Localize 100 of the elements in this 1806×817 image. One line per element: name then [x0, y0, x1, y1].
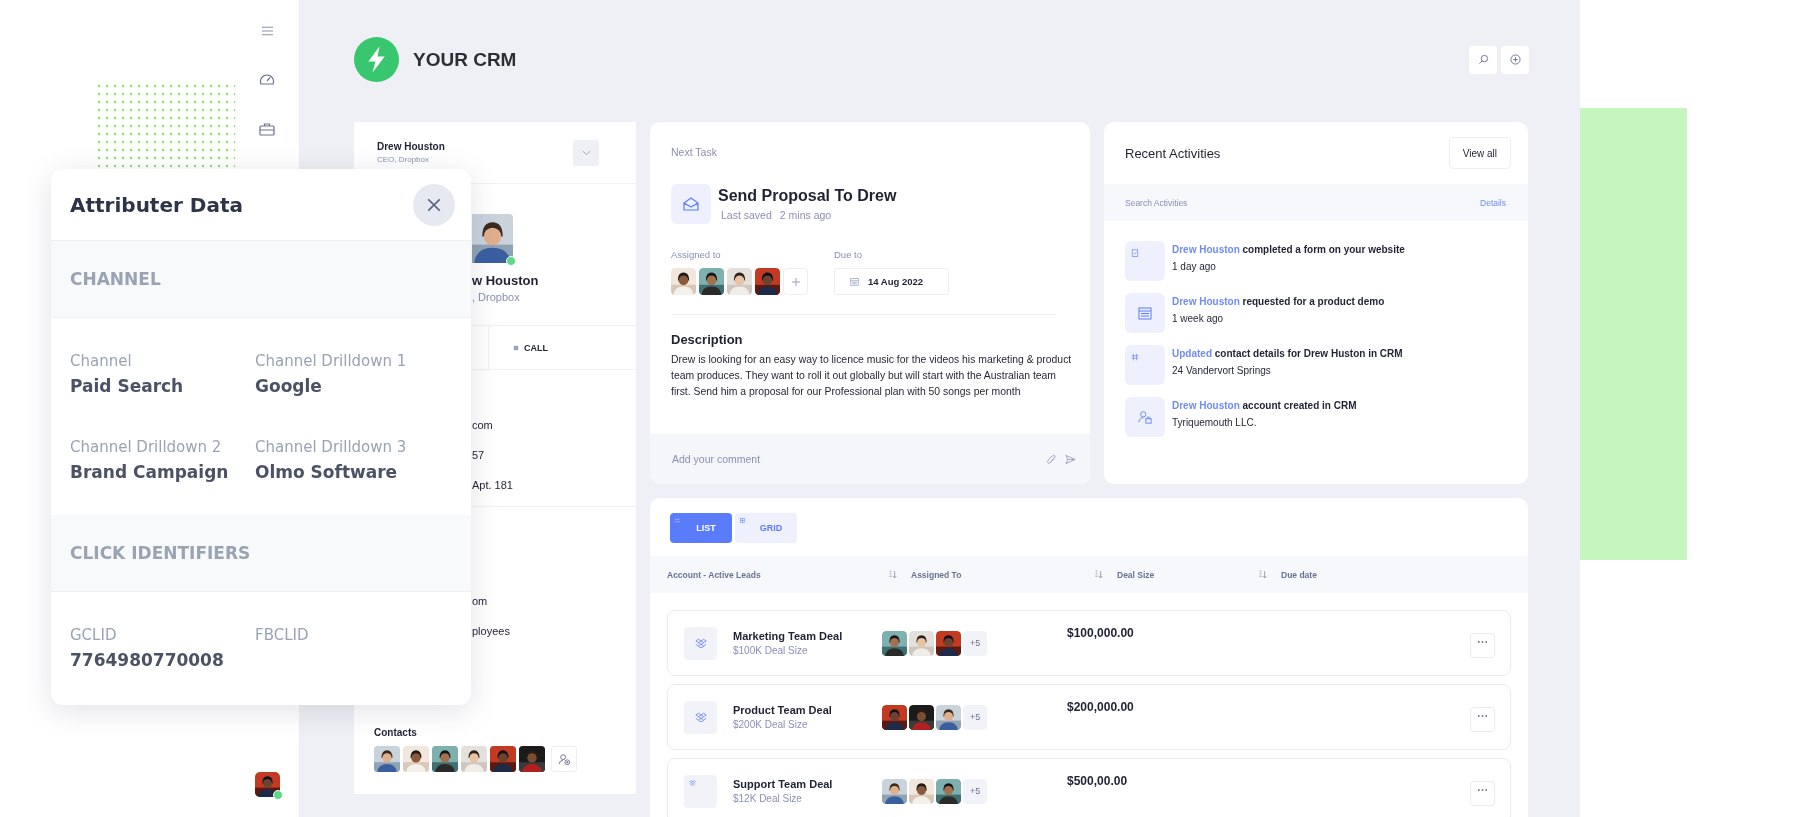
view-tab[interactable]: LIST: [670, 513, 732, 543]
deal-amount: $100,000.00: [1067, 625, 1135, 640]
activity-text: Updated contact details for Drew Huston in CRM: [1172, 347, 1403, 360]
activity-detail: 1 week ago: [1172, 312, 1225, 325]
more-count: +5: [963, 704, 988, 730]
chevron-down-icon: [581, 149, 591, 156]
search-icon: [1477, 54, 1489, 65]
field-label: Assigned to: [671, 249, 722, 260]
view-all-button[interactable]: View all: [1448, 137, 1511, 169]
close-icon: [426, 196, 442, 213]
lead-row[interactable]: Support Team Deal $12K Deal Size +5 $500,00.00: [667, 758, 1511, 817]
add-contact-button[interactable]: [551, 746, 577, 772]
list-icon: [675, 518, 680, 523]
field-label: Channel Drilldown 1: [255, 352, 408, 370]
search-field[interactable]: Search Activities: [1125, 197, 1325, 208]
column-header: Deal Size: [1117, 569, 1155, 580]
sort-icon[interactable]: [1258, 570, 1268, 579]
grid-icon: [740, 518, 745, 523]
description-title: Description: [671, 332, 744, 347]
deal-size-label: $12K Deal Size: [733, 793, 803, 804]
more-button[interactable]: [1470, 632, 1495, 658]
contact-role: CEO, Dropbox: [377, 155, 431, 164]
deal-name: Support Team Deal: [733, 778, 833, 790]
lightning-logo-icon: [354, 37, 399, 82]
activity-link[interactable]: Drew Houston: [1172, 296, 1240, 307]
deal-name: Product Team Deal: [733, 704, 832, 716]
activity-link[interactable]: Drew Houston: [1172, 400, 1240, 411]
card-title: Recent Activities: [1125, 145, 1221, 161]
sort-icon[interactable]: [1094, 570, 1104, 579]
field-value: Google: [255, 376, 323, 396]
activity-detail: 24 Vandervort Springs: [1172, 364, 1272, 377]
menu-icon[interactable]: [260, 26, 274, 36]
field-value: Olmo Software: [255, 462, 399, 482]
send-icon[interactable]: [1065, 453, 1076, 465]
box-icon: [684, 700, 717, 734]
task-title: Send Proposal To Drew: [718, 187, 897, 205]
sort-icon[interactable]: [888, 570, 898, 579]
user-lock-icon: [1138, 410, 1152, 424]
detail-text: om: [472, 594, 489, 609]
activity-text: Drew Houston requested for a product demo: [1172, 295, 1385, 308]
field-label: GCLID: [70, 626, 118, 644]
calendar-icon: [850, 277, 859, 286]
deal-amount: $200,000.00: [1067, 699, 1135, 714]
details-link[interactable]: Details: [1480, 197, 1506, 208]
activity-text: Drew Houston completed a form on your website: [1172, 243, 1405, 256]
app-title: YOUR CRM: [413, 48, 517, 71]
contacts-label: Contacts: [374, 727, 418, 738]
grid-icon: [1131, 353, 1139, 361]
add-button[interactable]: [1501, 45, 1529, 74]
box-icon: [684, 774, 717, 808]
activity-link[interactable]: Updated: [1172, 348, 1212, 359]
search-button[interactable]: [1469, 45, 1497, 74]
deal-amount: $500,00.00: [1067, 773, 1129, 788]
more-count: +5: [963, 630, 988, 656]
description-text: Drew is looking for an easy way to licence music for the videos his marketing & product team produces. They want to roll it out globally but will start with the Australian team first. Send him a proposal for our Professional plan with 50 songs per month: [671, 353, 1072, 399]
field-label: FBCLID: [255, 626, 310, 644]
activity-link[interactable]: Drew Houston: [1172, 244, 1240, 255]
comment-field[interactable]: Add your comment: [672, 453, 1038, 465]
popup-title: Attributer Data: [70, 192, 243, 217]
clipboard-icon: [1131, 249, 1139, 257]
contact-name: Drew Houston: [377, 141, 445, 152]
detail-text: 57: [472, 448, 486, 463]
more-count: +5: [963, 778, 988, 804]
field-value: Paid Search: [70, 376, 185, 396]
contact-name: w Houston: [472, 273, 540, 288]
more-button[interactable]: [1470, 706, 1495, 732]
envelope-icon: [671, 184, 711, 224]
calendar-icon: [1138, 306, 1152, 320]
view-tab[interactable]: GRID: [735, 513, 797, 543]
date-field[interactable]: 14 Aug 2022: [834, 268, 949, 295]
lead-row[interactable]: Marketing Team Deal $100K Deal Size +5 $100,000.00: [667, 610, 1511, 676]
deal-size-label: $100K Deal Size: [733, 645, 809, 656]
field-label: Due to: [834, 249, 863, 260]
box-icon: [684, 626, 717, 660]
field-label: Channel Drilldown 2: [70, 438, 223, 456]
activity-detail: Tyriquemouth LLC.: [1172, 416, 1258, 429]
activity-text: Drew Houston account created in CRM: [1172, 399, 1357, 412]
dropdown-button[interactable]: [573, 139, 599, 166]
gauge-icon[interactable]: [259, 72, 275, 86]
field-label: Channel Drilldown 3: [255, 438, 408, 456]
more-button[interactable]: [1470, 780, 1495, 806]
briefcase-icon[interactable]: [259, 122, 275, 136]
lead-row[interactable]: Product Team Deal $200K Deal Size +5 $200,000.00: [667, 684, 1511, 750]
paperclip-icon[interactable]: [1046, 453, 1057, 465]
plus-icon: [790, 276, 801, 287]
add-assignee-button[interactable]: [783, 268, 808, 295]
field-label: Channel: [70, 352, 133, 370]
detail-text: com: [472, 418, 494, 433]
section-heading: CHANNEL: [70, 269, 161, 289]
call-tab[interactable]: CALL: [489, 326, 548, 369]
column-header: Account - Active Leads: [667, 569, 761, 580]
ellipsis-icon: [1477, 639, 1488, 644]
contact-role: , Dropbox: [472, 291, 521, 303]
saved-time: 2 mins ago: [779, 209, 832, 221]
detail-text: ployees: [472, 624, 511, 639]
close-button[interactable]: [413, 183, 455, 226]
column-header: Assigned To: [911, 569, 962, 580]
section-heading: CLICK IDENTIFIERS: [70, 543, 251, 563]
field-value: 7764980770008: [70, 650, 225, 670]
plus-circle-icon: [1509, 54, 1521, 65]
